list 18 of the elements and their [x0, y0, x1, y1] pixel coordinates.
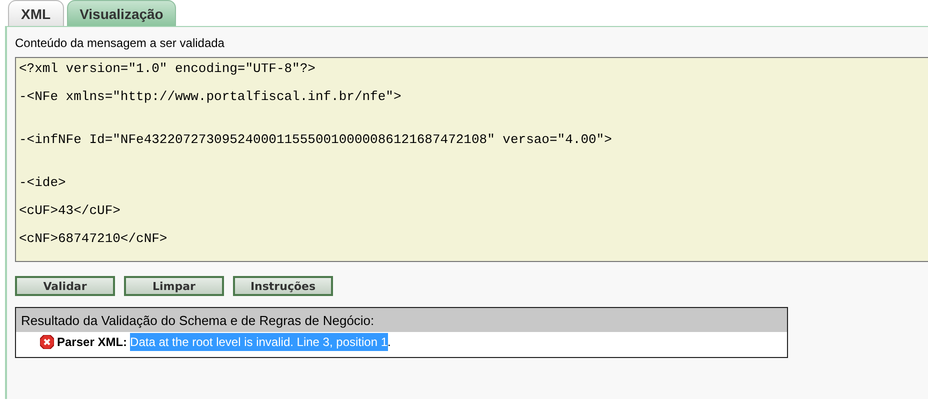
code-line: -<NFe xmlns="http://www.portalfiscal.inf.br/nfe">	[19, 89, 402, 104]
tab[interactable]: XML	[8, 0, 64, 26]
action-button[interactable]: Instruções	[233, 276, 333, 296]
selected-text: Data at the root level is invalid. Line 3, position 1	[130, 333, 388, 351]
xml-editor[interactable]	[15, 57, 928, 262]
code-line: -<infNFe Id="NFe43220727309524000115550010000086121687472108" versao="4.00">	[19, 132, 613, 147]
code-line: -<ide>	[19, 175, 67, 190]
error-icon	[40, 335, 54, 349]
code-line: <cNF>68747210</cNF>	[19, 231, 168, 246]
code-line: <cUF>43</cUF>	[19, 203, 122, 218]
action-button[interactable]: Validar	[15, 276, 115, 296]
action-button[interactable]: Limpar	[124, 276, 224, 296]
tab[interactable]: Visualização	[66, 0, 176, 26]
editor-label: Conteúdo da mensagem a ser validada	[15, 36, 226, 50]
code-line: <?xml version="1.0" encoding="UTF-8"?>	[19, 61, 316, 76]
message-label: Parser XML:	[57, 335, 128, 349]
message-text: .	[388, 334, 391, 351]
result-title: Resultado da Validação do Schema e de Regras de Negócio:	[16, 308, 787, 332]
